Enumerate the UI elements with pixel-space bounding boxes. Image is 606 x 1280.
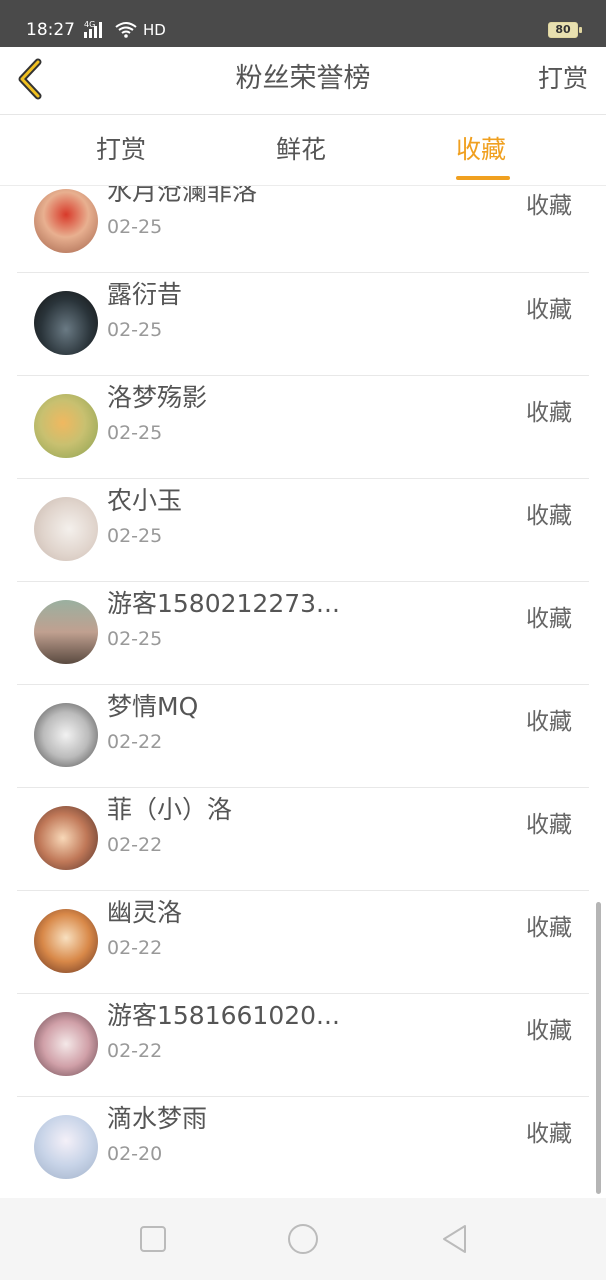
action-label: 收藏 [526, 400, 572, 426]
fan-date: 02-22 [107, 1040, 163, 1062]
fan-date: 02-25 [107, 216, 163, 238]
fan-date: 02-20 [107, 1143, 163, 1165]
page-title: 粉丝荣誉榜 [235, 63, 371, 94]
avatar [34, 1115, 98, 1179]
active-tab-indicator [456, 176, 510, 180]
list-item[interactable]: 梦情MQ 02-22 收藏 [0, 685, 606, 788]
fan-name: 菲（小）洛 [107, 795, 233, 824]
fan-date: 02-25 [107, 628, 163, 650]
fan-name: 游客1580212273... [107, 589, 340, 618]
avatar [34, 806, 98, 870]
status-bar: 18:27 4G HD 80 [0, 0, 606, 47]
list-item[interactable]: 农小玉 02-25 收藏 [0, 479, 606, 582]
action-label: 收藏 [526, 503, 572, 529]
list-item[interactable]: 水月沧澜菲洛 02-25 收藏 [0, 186, 606, 273]
fan-date: 02-22 [107, 834, 163, 856]
network-type: 4G [84, 20, 95, 29]
avatar [34, 291, 98, 355]
tab-flowers[interactable]: 鲜花 [276, 133, 326, 167]
action-label: 收藏 [526, 297, 572, 323]
avatar [34, 703, 98, 767]
fan-date: 02-22 [107, 937, 163, 959]
avatar [34, 394, 98, 458]
fan-name: 游客1581661020... [107, 1001, 340, 1030]
action-label: 收藏 [526, 709, 572, 735]
battery-icon: 80 [548, 22, 582, 38]
fan-name: 幽灵洛 [107, 898, 183, 927]
top-navbar: 粉丝荣誉榜 打赏 [0, 47, 606, 115]
hd-indicator: HD [143, 21, 166, 39]
list-item[interactable]: 游客1581661020... 02-22 收藏 [0, 994, 606, 1097]
fan-name: 滴水梦雨 [107, 1104, 208, 1133]
fan-date: 02-25 [107, 422, 163, 444]
avatar [34, 189, 98, 253]
fan-date: 02-22 [107, 731, 163, 753]
square-icon[interactable] [136, 1222, 170, 1256]
signal-wifi-icon: 4G [84, 20, 137, 38]
tab-favorites[interactable]: 收藏 [456, 133, 506, 167]
fan-list[interactable]: 水月沧澜菲洛 02-25 收藏 露衍昔 02-25 收藏 洛梦殇影 02-25 … [0, 186, 606, 1198]
fan-name: 露衍昔 [107, 280, 183, 309]
action-label: 收藏 [526, 1018, 572, 1044]
scrollbar[interactable] [596, 902, 601, 1194]
reward-button[interactable]: 打赏 [538, 61, 588, 97]
fan-date: 02-25 [107, 525, 163, 547]
fan-name: 梦情MQ [107, 692, 199, 721]
fan-name: 洛梦殇影 [107, 383, 208, 412]
status-time: 18:27 [26, 20, 75, 40]
circle-icon[interactable] [286, 1222, 320, 1256]
action-label: 收藏 [526, 915, 572, 941]
list-item[interactable]: 滴水梦雨 02-20 收藏 [0, 1097, 606, 1198]
tab-bar: 打赏 鲜花 收藏 [0, 115, 606, 186]
fan-name: 水月沧澜菲洛 [107, 186, 258, 206]
avatar [34, 909, 98, 973]
list-item[interactable]: 菲（小）洛 02-22 收藏 [0, 788, 606, 891]
avatar [34, 497, 98, 561]
list-item[interactable]: 洛梦殇影 02-25 收藏 [0, 376, 606, 479]
list-item[interactable]: 幽灵洛 02-22 收藏 [0, 891, 606, 994]
action-label: 收藏 [526, 606, 572, 632]
avatar [34, 600, 98, 664]
avatar [34, 1012, 98, 1076]
fan-date: 02-25 [107, 319, 163, 341]
fan-name: 农小玉 [107, 486, 183, 515]
action-label: 收藏 [526, 193, 572, 219]
action-label: 收藏 [526, 812, 572, 838]
system-navigation-bar [0, 1198, 606, 1280]
list-item[interactable]: 游客1580212273... 02-25 收藏 [0, 582, 606, 685]
tab-reward[interactable]: 打赏 [96, 133, 146, 167]
action-label: 收藏 [526, 1121, 572, 1147]
triangle-back-icon[interactable] [438, 1222, 472, 1256]
list-item[interactable]: 露衍昔 02-25 收藏 [0, 273, 606, 376]
